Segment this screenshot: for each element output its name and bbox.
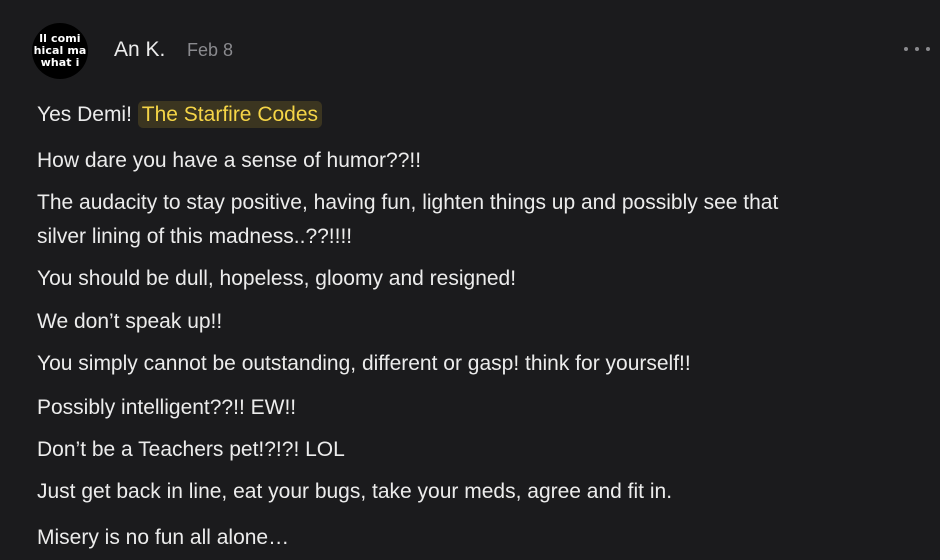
comment-body-line: Yes Demi! The Starfire Codes xyxy=(37,98,323,132)
comment-body-line: Just get back in line, eat your bugs, ta… xyxy=(37,480,673,503)
comment-body-line: Don’t be a Teachers pet!?!?! LOL xyxy=(37,438,345,461)
comment: ll comi hical ma what i An K. Feb 8 Yes … xyxy=(0,0,940,560)
avatar-text-line-3: what i xyxy=(40,56,80,69)
more-options-button[interactable] xyxy=(904,40,930,58)
comment-body-line: We don’t speak up!! xyxy=(37,310,223,333)
comment-body-line: You should be dull, hopeless, gloomy and… xyxy=(37,267,517,290)
comment-body-line: How dare you have a sense of humor??!! xyxy=(37,149,422,172)
author-name[interactable]: An K. xyxy=(114,37,165,63)
comment-body-line: silver lining of this madness..??!!!! xyxy=(37,225,353,248)
comment-body-line: Misery is no fun all alone… xyxy=(37,526,290,549)
greeting-text: Yes Demi! xyxy=(37,103,132,126)
comment-body-line: Possibly intelligent??!! EW!! xyxy=(37,396,297,419)
ellipsis-horizontal-icon xyxy=(915,47,919,51)
avatar[interactable]: ll comi hical ma what i xyxy=(32,23,88,79)
mention-link[interactable]: The Starfire Codes xyxy=(137,101,323,128)
ellipsis-horizontal-icon xyxy=(904,47,908,51)
ellipsis-horizontal-icon xyxy=(926,47,930,51)
comment-body-line: You simply cannot be outstanding, differ… xyxy=(37,352,691,375)
post-date[interactable]: Feb 8 xyxy=(187,39,233,61)
comment-body-line: The audacity to stay positive, having fu… xyxy=(37,191,779,214)
